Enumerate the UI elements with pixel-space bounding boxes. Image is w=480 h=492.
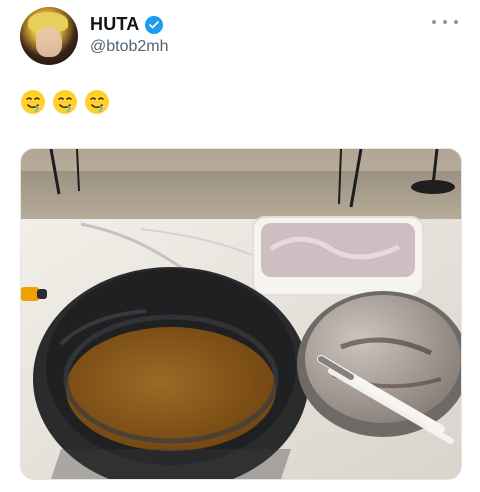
dot-icon [443, 20, 447, 24]
drooling-face-emoji-icon [20, 89, 46, 115]
user-handle[interactable]: @btob2mh [90, 38, 169, 56]
avatar-face [36, 27, 62, 57]
drooling-face-emoji-icon [84, 89, 110, 115]
tweet-text [20, 89, 110, 115]
name-row: HUTA [90, 14, 164, 35]
drooling-face-emoji-icon [52, 89, 78, 115]
avatar[interactable] [20, 7, 78, 65]
dot-icon [454, 20, 458, 24]
tweet-header: HUTA @btob2mh [0, 0, 480, 80]
verified-badge-icon [145, 15, 164, 34]
more-options-icon[interactable] [432, 12, 458, 32]
photo-media[interactable] [20, 148, 462, 480]
display-name[interactable]: HUTA [90, 14, 139, 35]
dot-icon [432, 20, 436, 24]
